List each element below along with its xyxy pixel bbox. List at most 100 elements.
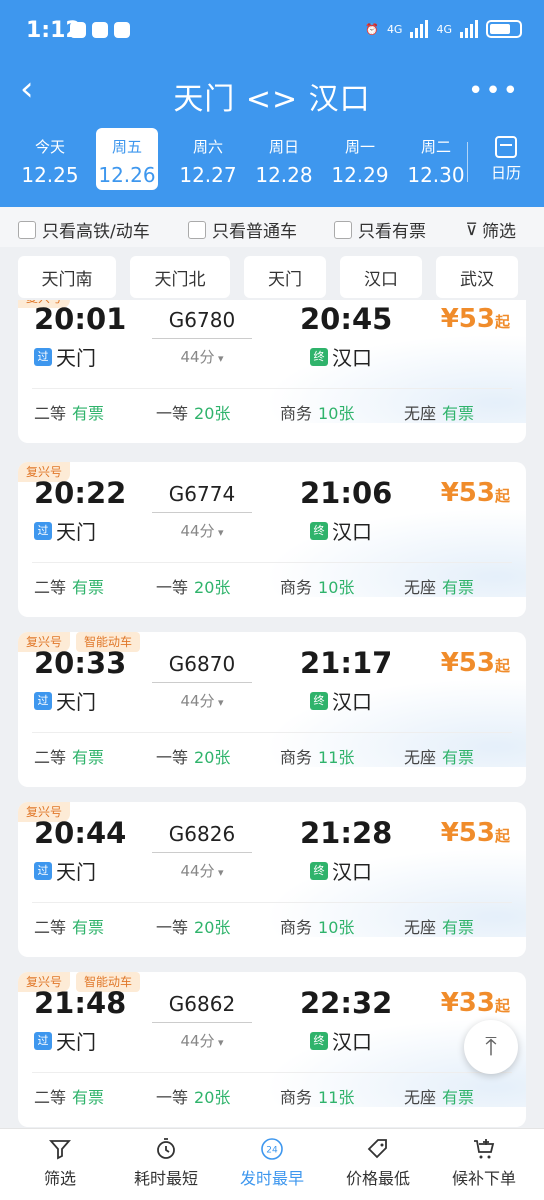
to-station: 终汉口 [310,856,372,885]
arrow-up-icon: ⤒ [485,1031,497,1062]
date-value: 12.29 [331,163,389,187]
price-value: ¥53 [440,648,495,678]
seat-class-name: 二等 [34,1088,67,1107]
terminal-tag: 终 [310,347,328,366]
nav-label: 筛选 [43,1169,76,1188]
page-title: 天门 <> 汉口 [173,82,371,117]
station-chip[interactable]: 汉口 [340,256,422,298]
date-tab[interactable]: 周二 12.30 [400,128,472,190]
checkbox-icon [18,220,36,239]
station-chip[interactable]: 天门南 [18,256,116,298]
divider [32,1072,512,1073]
seat-class: 一等 20张 [156,400,230,424]
funnel-icon: ⊽ [465,219,478,240]
train-card[interactable]: 复兴号智能动车20:33G687044分21:17过天门终汉口¥53起二等有票一… [18,632,526,787]
seat-class-name: 二等 [34,748,67,767]
seat-availability-value: 有票 [72,748,105,767]
seat-class-name: 商务 [280,1088,313,1107]
timer-icon [154,1137,178,1161]
price: ¥53起 [441,818,510,848]
seat-availability-value: 有票 [72,578,105,597]
station-chip[interactable]: 武汉 [436,256,518,298]
nav-item[interactable]: 24 发时最早 [218,1137,326,1189]
train-number: G6826 [168,822,236,846]
network-type-1: 4G [386,22,403,36]
train-divider [152,682,252,683]
notification-icons [70,22,130,38]
date-weekday: 周日 [268,138,299,156]
nav-label: 发时最早 [239,1169,304,1188]
available-checkbox[interactable]: 只看有票 [334,217,426,242]
signal-icon [460,20,478,38]
date-tab[interactable]: 今天 12.25 [14,128,86,190]
seat-availability-value: 10张 [318,918,355,937]
seat-availability: 二等 有票 一等 20张 商务 11张 无座 有票 [18,1084,526,1110]
cart-plus-icon [472,1137,496,1161]
price-suffix: 起 [494,487,510,505]
seat-class: 无座 有票 [404,744,474,768]
station-chip[interactable]: 天门 [244,256,326,298]
seat-class: 无座 有票 [404,1084,474,1108]
filter-button[interactable]: ⊽ 筛选 [465,217,516,243]
price-value: ¥53 [440,304,495,334]
seat-availability: 二等 有票 一等 20张 商务 11张 无座 有票 [18,744,526,770]
from-station-name: 天门 [56,1030,96,1054]
date-tab[interactable]: 周一 12.29 [324,128,396,190]
to-station-name: 汉口 [332,1030,372,1054]
date-value: 12.25 [21,163,79,187]
date-tab[interactable]: 周五 12.26 [96,128,158,190]
trip-duration[interactable]: 44分 [150,346,254,367]
trip-duration[interactable]: 44分 [150,1030,254,1051]
seat-availability-value: 10张 [318,404,355,423]
status-right: ⏰ 4G 4G [365,20,522,38]
trip-duration[interactable]: 44分 [150,860,254,881]
station-chip[interactable]: 天门北 [130,256,230,298]
price: ¥53起 [441,478,510,508]
terminal-tag: 终 [310,1031,328,1050]
from-station: 过天门 [34,342,96,371]
seat-availability-value: 20张 [194,1088,231,1107]
departure-time: 20:33 [34,646,127,680]
alarm-icon: ⏰ [365,22,379,36]
date-value: 12.26 [98,163,156,187]
seat-class-name: 二等 [34,578,67,597]
normal-train-checkbox[interactable]: 只看普通车 [188,217,297,242]
price-value: ¥53 [440,818,495,848]
seat-class: 一等 20张 [156,744,230,768]
more-icon[interactable]: ••• [468,76,520,106]
train-card[interactable]: 复兴号智能动车21:48G686244分22:32过天门终汉口¥33起二等有票一… [18,972,526,1127]
divider [32,562,512,563]
back-to-top-button[interactable]: ⤒ [464,1020,518,1074]
trip-duration[interactable]: 44分 [150,690,254,711]
departure-time: 21:48 [34,986,127,1020]
terminal-tag: 终 [310,521,328,540]
date-tab[interactable]: 周日 12.28 [248,128,320,190]
arrival-time: 21:17 [300,646,393,680]
arrival-time: 21:06 [300,476,393,510]
calendar-button[interactable]: 日历 [486,136,526,183]
date-tab[interactable]: 周六 12.27 [172,128,244,190]
to-station-name: 汉口 [332,860,372,884]
seat-class-name: 二等 [34,404,67,423]
train-card[interactable]: 复兴号20:44G682644分21:28过天门终汉口¥53起二等有票一等20张… [18,802,526,957]
high-speed-checkbox[interactable]: 只看高铁/动车 [18,217,150,242]
nav-item[interactable]: 价格最低 [324,1137,432,1189]
departure-time: 20:01 [34,302,127,336]
trip-duration[interactable]: 44分 [150,520,254,541]
train-card[interactable]: 复兴号20:01G678044分20:45过天门终汉口¥53起二等有票一等20张… [18,300,526,443]
checkbox-icon [334,220,352,239]
terminal-tag: 终 [310,691,328,710]
date-weekday: 周五 [111,138,142,156]
seat-class: 一等 20张 [156,574,230,598]
arrival-time: 22:32 [300,986,393,1020]
seat-class-name: 商务 [280,748,313,767]
signal-icon [410,20,429,38]
train-card[interactable]: 复兴号20:22G677444分21:06过天门终汉口¥53起二等有票一等20张… [18,462,526,617]
seat-class: 商务 10张 [280,914,354,938]
date-weekday: 周一 [344,138,375,156]
terminal-tag: 终 [310,861,328,880]
seat-class-name: 无座 [404,1088,437,1107]
nav-item[interactable]: 耗时最短 [112,1137,220,1189]
nav-item[interactable]: 筛选 [6,1137,114,1189]
nav-item[interactable]: 候补下单 [430,1137,538,1189]
